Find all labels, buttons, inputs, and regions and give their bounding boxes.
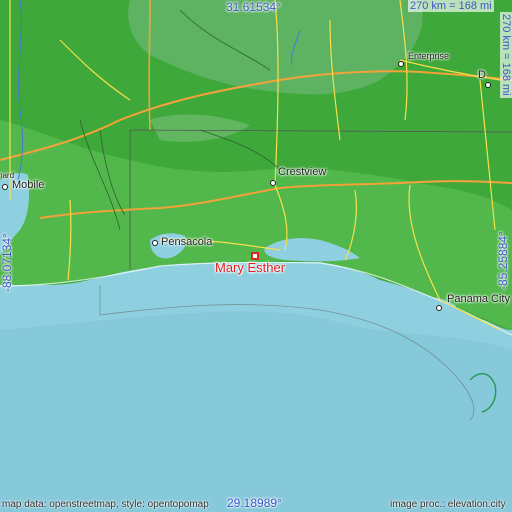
city-marker-crestview[interactable] [270,180,276,186]
city-label-hard: hard [0,171,15,180]
target-label[interactable]: Mary Esther [215,260,285,275]
scale-horizontal: 270 km = 168 mi [408,0,494,12]
credit-image-proc: image proc.: elevation.city [390,499,506,510]
map-canvas[interactable]: Mobile hard Pensacola Crestview Enterpri… [0,0,512,512]
target-marker[interactable] [251,252,259,260]
coord-north: 31.61534° [226,0,281,14]
city-marker-d[interactable] [485,82,491,88]
city-label-panama-city[interactable]: Panama City [447,293,510,305]
city-marker-pensacola[interactable] [152,240,158,246]
coord-south: 29.18989° [227,496,282,510]
city-label-enterprise[interactable]: Enterprise [408,51,449,61]
city-marker-mobile[interactable] [2,184,8,190]
city-label-pensacola[interactable]: Pensacola [161,236,212,248]
city-label-d[interactable]: D [478,69,486,81]
credit-map-data: map data: openstreetmap, style: opentopo… [2,499,209,510]
city-marker-enterprise[interactable] [398,61,404,67]
city-label-crestview[interactable]: Crestview [278,166,326,178]
coord-east: -85.25884° [496,231,510,290]
city-marker-panama-city[interactable] [436,305,442,311]
coord-west: -88.07134° [0,233,14,292]
city-label-mobile[interactable]: Mobile [12,179,44,191]
scale-vertical: 270 km = 168 mi [500,12,512,98]
